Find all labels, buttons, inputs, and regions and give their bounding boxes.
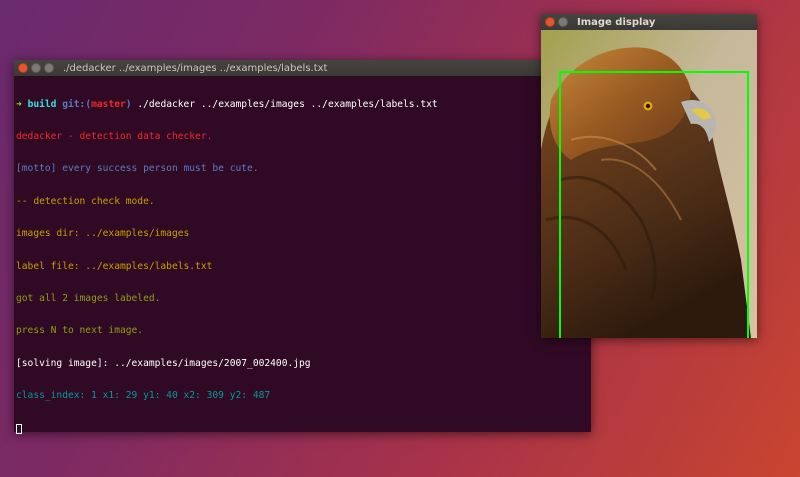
cursor-line <box>16 423 589 435</box>
output-line-bbox: class_index: 1 x1: 29 y1: 40 x2: 309 y2:… <box>16 390 271 402</box>
output-line-mode: -- detection check mode. <box>16 195 155 207</box>
prompt-line: ➜ build git:(master) ./dedacker ../examp… <box>16 98 589 111</box>
git-suffix: ) <box>125 98 132 110</box>
output-line-labeled: got all 2 images labeled. <box>16 292 161 304</box>
output-line-images-dir: images dir: ../examples/images <box>16 228 190 240</box>
terminal-window[interactable]: ./dedacker ../examples/images ../example… <box>14 60 591 434</box>
maximize-button[interactable] <box>44 63 54 73</box>
command-text: ./dedacker ../examples/images ../example… <box>137 98 438 110</box>
image-display-window[interactable]: Image display <box>541 14 757 338</box>
image-window-titlebar[interactable]: Image display <box>541 14 757 30</box>
image-window-title: Image display <box>577 16 656 28</box>
output-line-hint: press N to next image. <box>16 325 144 337</box>
text-cursor[interactable] <box>16 423 22 434</box>
minimize-button[interactable] <box>31 63 41 73</box>
git-branch: master <box>91 98 126 110</box>
output-line-label-file: label file: ../examples/labels.txt <box>16 260 213 272</box>
terminal-title: ./dedacker ../examples/images ../example… <box>63 62 328 74</box>
close-button[interactable] <box>545 17 555 27</box>
output-line-solving: [solving image]: ../examples/images/2007… <box>16 357 311 369</box>
prompt-arrow: ➜ <box>16 98 22 110</box>
output-line-title: dedacker - detection data checker. <box>16 130 213 142</box>
output-line-motto: [motto] every success person must be cut… <box>16 163 259 175</box>
prompt-dir: build <box>27 98 57 110</box>
eagle-image <box>541 30 757 338</box>
bounding-box <box>559 71 749 338</box>
close-button[interactable] <box>18 63 28 73</box>
git-prefix: git:( <box>62 98 92 110</box>
minimize-button[interactable] <box>558 17 568 27</box>
terminal-titlebar[interactable]: ./dedacker ../examples/images ../example… <box>14 60 591 76</box>
terminal-output[interactable]: ➜ build git:(master) ./dedacker ../examp… <box>14 76 591 456</box>
